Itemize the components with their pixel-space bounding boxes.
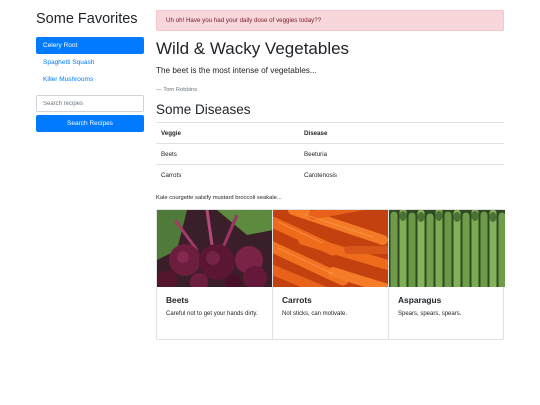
column-header-veggie: Veggie — [156, 122, 299, 144]
vegetable-card-deck: Beets Careful not to get your hands dirt… — [156, 208, 505, 340]
card-carrots: Carrots Not sticks, can motivate. — [273, 209, 389, 339]
column-header-disease: Disease — [299, 122, 504, 144]
card-beets: Beets Careful not to get your hands dirt… — [157, 209, 273, 339]
table-row: Beets Beeturia — [156, 143, 504, 165]
nav-item-killer-mushrooms[interactable]: Killer Mushrooms — [36, 71, 144, 88]
sidebar-title: Some Favorites — [36, 11, 138, 27]
page-title: Wild & Wacky Vegetables — [156, 39, 350, 58]
table-row: Carrots Carotenosis — [156, 164, 504, 186]
card-text-asparagus: Spears, spears, spears. — [398, 310, 462, 317]
table-cell-veggie: Carrots — [156, 164, 299, 186]
favorites-nav: Celery Root Spaghetti Squash Killer Mush… — [36, 37, 144, 88]
table-cell-disease: Beeturia — [299, 143, 504, 165]
nav-item-celery-root[interactable]: Celery Root — [36, 37, 144, 54]
carrots-image — [273, 209, 388, 287]
quote-text: The beet is the most intense of vegetabl… — [156, 66, 317, 75]
veggie-alert: Uh oh! Have you had your daily dose of v… — [156, 10, 504, 31]
asparagus-image — [389, 209, 505, 287]
quote-source: — Tom Robbins — [156, 87, 198, 93]
card-asparagus: Asparagus Spears, spears, spears. — [389, 209, 505, 339]
card-title-carrots: Carrots — [282, 294, 312, 305]
beets-image — [157, 209, 272, 287]
main-content: Uh oh! Have you had your daily dose of v… — [156, 10, 505, 340]
card-text-beets: Careful not to get your hands dirty. — [166, 310, 258, 317]
card-title-beets: Beets — [166, 294, 189, 305]
card-text-carrots: Not sticks, can motivate. — [282, 310, 348, 317]
sidebar: Some Favorites Celery Root Spaghetti Squ… — [36, 10, 144, 132]
card-title-asparagus: Asparagus — [398, 294, 442, 305]
nav-item-spaghetti-squash[interactable]: Spaghetti Squash — [36, 54, 144, 71]
table-cell-veggie: Beets — [156, 143, 299, 165]
table-cell-disease: Carotenosis — [299, 164, 504, 186]
section-title-diseases: Some Diseases — [156, 102, 251, 117]
search-recipes-input[interactable] — [36, 95, 144, 112]
search-recipes-button[interactable]: Search Recipes — [36, 115, 144, 132]
table-header-row: Veggie Disease — [156, 122, 504, 144]
filler-text: Kale courgette salsify mustard broccoli … — [156, 194, 282, 201]
diseases-table: Veggie Disease Beets Beeturia Carrots Ca… — [156, 122, 504, 186]
